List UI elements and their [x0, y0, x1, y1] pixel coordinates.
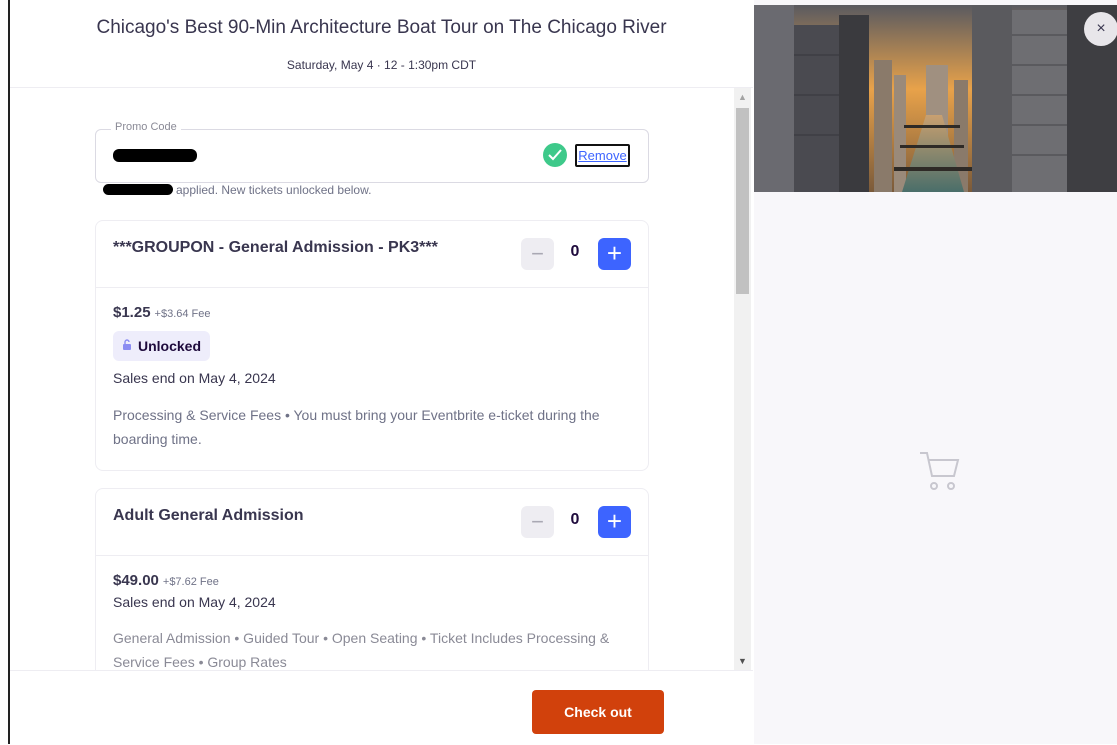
ticket-price: $49.00: [113, 572, 159, 589]
increase-quantity-button[interactable]: +: [598, 238, 631, 270]
ticket-card: Adult General Admission − 0 + $49.00 +$7.…: [95, 488, 649, 670]
promo-code-field[interactable]: Promo Code Remove: [95, 121, 649, 183]
increase-quantity-button[interactable]: +: [598, 506, 631, 538]
ticket-description: Processing & Service Fees • You must bri…: [113, 407, 600, 447]
event-header: Chicago's Best 90-Min Architecture Boat …: [10, 0, 753, 88]
unlock-icon: [122, 332, 132, 362]
promo-code-label: Promo Code: [111, 121, 181, 133]
event-title: Chicago's Best 90-Min Architecture Boat …: [96, 17, 667, 38]
sales-end-text: Sales end on May 4, 2024: [113, 370, 276, 386]
promo-applied-message: applied. New tickets unlocked below.: [103, 183, 371, 197]
close-button[interactable]: ×: [1084, 12, 1117, 46]
ticket-fee: +$7.62 Fee: [162, 576, 219, 588]
decrease-quantity-button[interactable]: −: [521, 506, 554, 538]
check-icon: [543, 143, 567, 167]
ticket-fee: +$3.64 Fee: [154, 308, 211, 320]
ticket-quantity: 0: [570, 511, 580, 528]
remove-promo-button[interactable]: Remove: [575, 144, 630, 167]
decrease-quantity-button[interactable]: −: [521, 238, 554, 270]
ticket-scroll-area[interactable]: Promo Code Remove applied. New tickets u…: [10, 88, 753, 670]
sales-end-text: Sales end on May 4, 2024: [113, 594, 276, 610]
cart-icon: [918, 450, 962, 497]
checkout-footer: Check out: [10, 670, 753, 745]
ticket-price-row: $1.25 +$3.64 Fee: [113, 304, 211, 321]
promo-applied-text: applied. New tickets unlocked below.: [176, 183, 372, 197]
ticket-card-header: Adult General Admission − 0 +: [96, 489, 648, 556]
unlocked-label: Unlocked: [138, 338, 202, 354]
ticket-name: Adult General Admission: [113, 507, 304, 524]
scroll-down-arrow-icon[interactable]: ▼: [734, 654, 751, 668]
event-date: Saturday, May 4 · 12 - 1:30pm CDT: [286, 58, 477, 72]
ticket-price-row: $49.00 +$7.62 Fee: [113, 572, 219, 589]
ticket-card: ***GROUPON - General Admission - PK3*** …: [95, 220, 649, 471]
scrollbar[interactable]: ▲ ▼: [734, 88, 751, 670]
order-summary-panel: ×: [754, 0, 1117, 744]
unlocked-badge: Unlocked: [113, 331, 211, 362]
scrollbar-thumb[interactable]: [736, 108, 749, 294]
ticket-quantity: 0: [570, 243, 580, 260]
checkout-button[interactable]: Check out: [532, 690, 664, 734]
ticket-name: ***GROUPON - General Admission - PK3***: [113, 239, 438, 256]
promo-code-value-redacted: [113, 149, 197, 162]
checkout-panel: Chicago's Best 90-Min Architecture Boat …: [10, 0, 753, 745]
ticket-price: $1.25: [113, 304, 151, 321]
scroll-up-arrow-icon[interactable]: ▲: [734, 90, 751, 104]
ticket-description: General Admission • Guided Tour • Open S…: [113, 630, 610, 670]
ticket-card-header: ***GROUPON - General Admission - PK3*** …: [96, 221, 648, 288]
applied-code-redacted: [103, 184, 173, 195]
event-image: [754, 5, 1117, 192]
